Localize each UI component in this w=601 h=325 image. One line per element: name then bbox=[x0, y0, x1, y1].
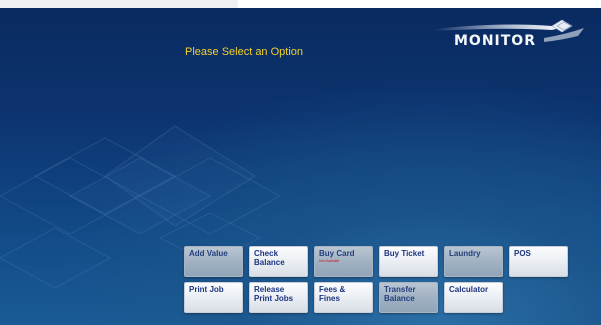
transfer-balance-button[interactable]: Transfer Balance bbox=[379, 282, 438, 313]
buy-ticket-button[interactable]: Buy Ticket bbox=[379, 246, 438, 277]
add-value-button[interactable]: Add Value bbox=[184, 246, 243, 277]
kiosk-screen: MONITOR Please Select an Option Add Valu… bbox=[0, 8, 601, 325]
monitor-logo: MONITOR bbox=[432, 18, 592, 52]
logo-wordmark: MONITOR bbox=[454, 33, 536, 49]
calculator-label: Calculator bbox=[449, 285, 489, 294]
buy-card-button[interactable]: Buy Card Not Available bbox=[314, 246, 373, 277]
not-available-notice: Not Available bbox=[319, 259, 340, 263]
release-print-jobs-button[interactable]: Release Print Jobs bbox=[249, 282, 308, 313]
print-job-label: Print Job bbox=[189, 285, 224, 294]
transfer-balance-label: Transfer Balance bbox=[384, 285, 416, 303]
top-strip-light bbox=[0, 0, 238, 8]
print-job-button[interactable]: Print Job bbox=[184, 282, 243, 313]
top-strip bbox=[0, 0, 601, 8]
fees-and-fines-label: Fees & Fines bbox=[319, 285, 346, 303]
laundry-button[interactable]: Laundry bbox=[444, 246, 503, 277]
check-balance-label: Check Balance bbox=[254, 249, 285, 267]
release-print-jobs-label: Release Print Jobs bbox=[254, 285, 294, 303]
laundry-label: Laundry bbox=[449, 249, 481, 258]
buy-ticket-label: Buy Ticket bbox=[384, 249, 425, 258]
pos-button[interactable]: POS bbox=[509, 246, 568, 277]
pos-label: POS bbox=[514, 249, 531, 258]
fees-and-fines-button[interactable]: Fees & Fines bbox=[314, 282, 373, 313]
buy-card-label: Buy Card bbox=[319, 249, 355, 258]
check-balance-button[interactable]: Check Balance bbox=[249, 246, 308, 277]
calculator-button[interactable]: Calculator bbox=[444, 282, 503, 313]
add-value-label: Add Value bbox=[189, 249, 228, 258]
select-option-prompt: Please Select an Option bbox=[185, 46, 304, 58]
